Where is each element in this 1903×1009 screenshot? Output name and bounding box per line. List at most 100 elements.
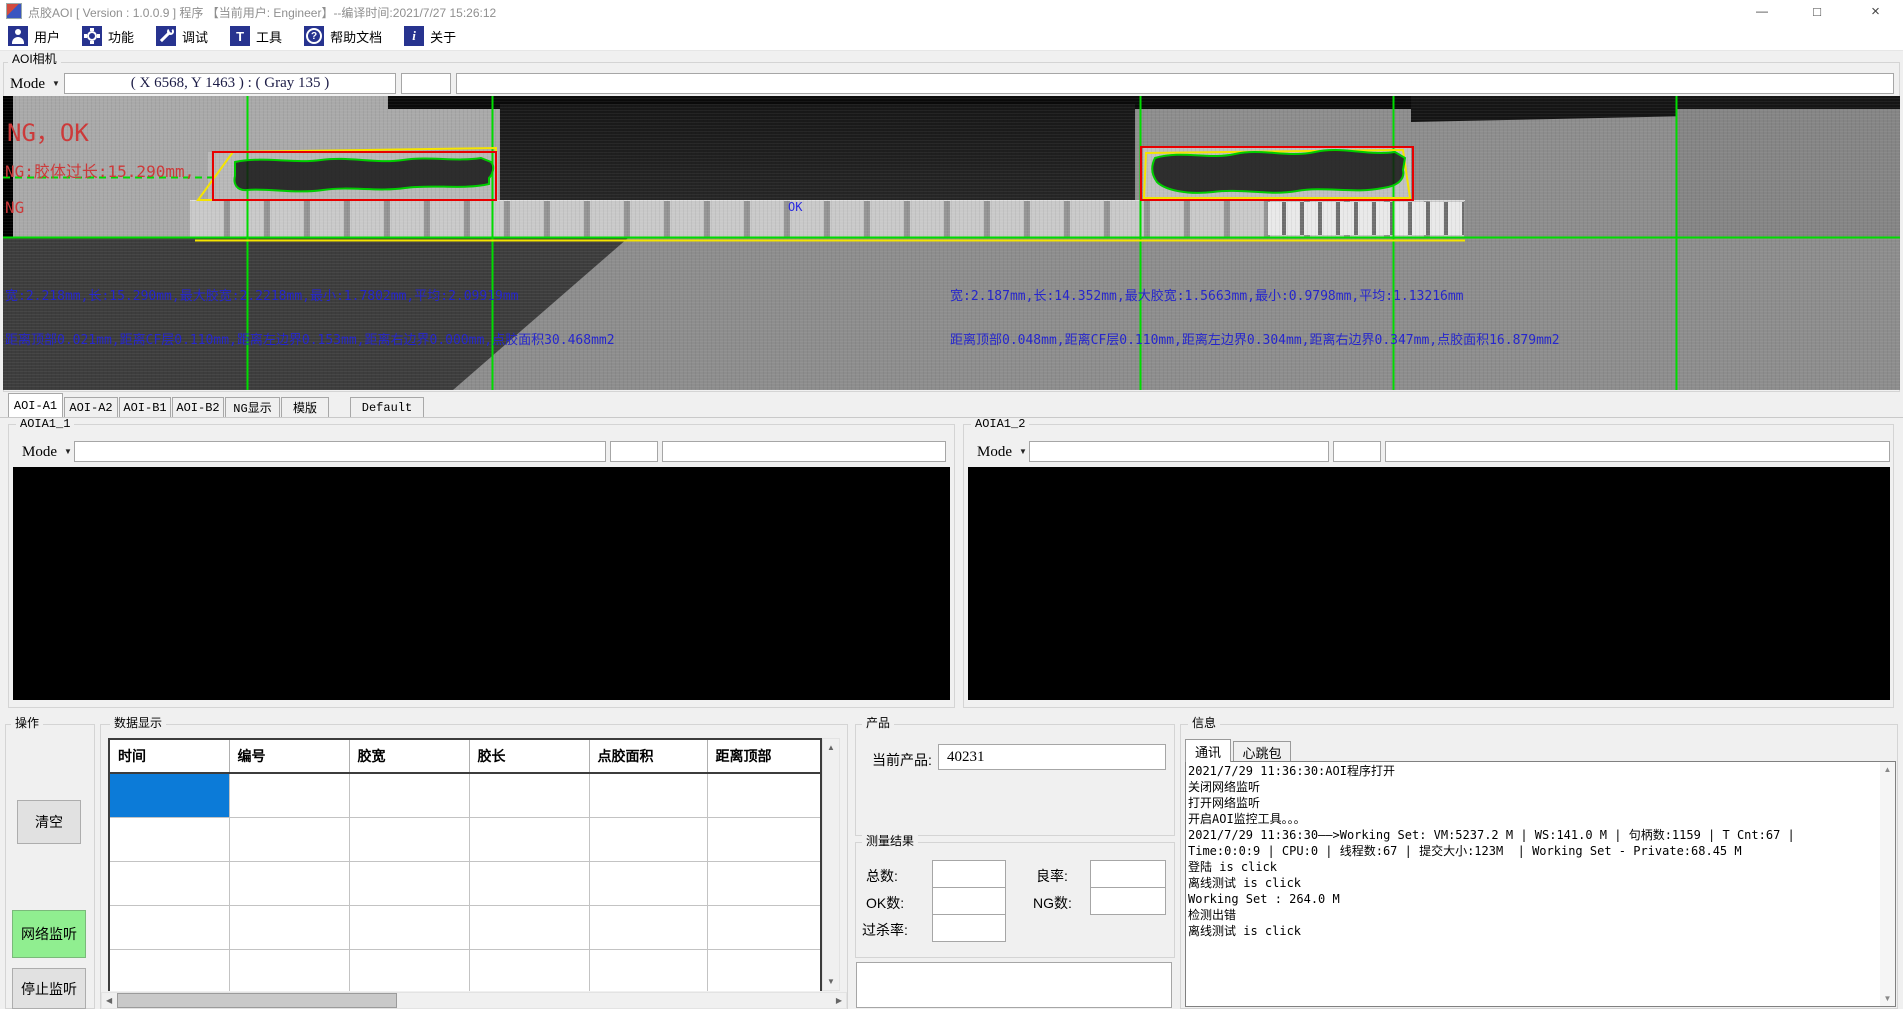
table-cell[interactable] <box>707 818 821 862</box>
toolbar-button-tools[interactable]: T 工具 <box>230 26 282 46</box>
table-cell[interactable] <box>469 818 589 862</box>
table-row[interactable] <box>109 773 821 818</box>
table-cell[interactable] <box>707 862 821 906</box>
yield-field[interactable] <box>1090 860 1166 888</box>
tab-comm[interactable]: 通讯 <box>1185 739 1231 762</box>
table-hscrollbar-thumb[interactable] <box>117 993 397 1008</box>
panel1-field-2[interactable] <box>610 441 658 462</box>
tab-aoi-b1[interactable]: AOI-B1 <box>119 397 171 417</box>
scroll-down-icon[interactable]: ▼ <box>827 977 835 990</box>
table-cell[interactable] <box>469 773 589 818</box>
table-vscrollbar[interactable]: ▲ ▼ <box>822 738 840 991</box>
table-cell[interactable] <box>229 906 349 950</box>
table-cell[interactable] <box>707 773 821 818</box>
panel1-field-1[interactable] <box>74 441 606 462</box>
tab-aoi-a1[interactable]: AOI-A1 <box>8 393 63 417</box>
table-cell[interactable] <box>589 906 707 950</box>
toolbar-button-function[interactable]: 功能 <box>82 26 134 46</box>
panel1-field-3[interactable] <box>662 441 946 462</box>
tab-ng-display[interactable]: NG显示 <box>225 397 280 417</box>
panel1-mode-dropdown[interactable]: Mode▼ <box>22 442 72 462</box>
total-field[interactable] <box>932 860 1006 888</box>
table-cell[interactable] <box>589 773 707 818</box>
table-row[interactable] <box>109 906 821 950</box>
table-cell[interactable] <box>109 862 229 906</box>
log-box[interactable]: 2021/7/29 11:36:30:AOI程序打开 关闭网络监听 打开网络监听… <box>1185 761 1896 1007</box>
table-row[interactable] <box>109 950 821 992</box>
table-cell[interactable] <box>589 818 707 862</box>
camera-aux-field-2[interactable] <box>456 73 1894 94</box>
table-cell[interactable] <box>229 773 349 818</box>
panel2-field-2[interactable] <box>1333 441 1381 462</box>
table-cell[interactable] <box>349 906 469 950</box>
table-cell[interactable] <box>349 862 469 906</box>
minimize-button[interactable]: — <box>1738 0 1786 22</box>
maximize-button[interactable]: □ <box>1793 0 1841 22</box>
panel2-image-view[interactable] <box>968 467 1890 700</box>
col-header-glue-length[interactable]: 胶长 <box>469 739 589 773</box>
table-cell[interactable] <box>109 906 229 950</box>
clear-button[interactable]: 清空 <box>17 800 81 844</box>
table-cell[interactable] <box>349 818 469 862</box>
panel2-field-3[interactable] <box>1385 441 1890 462</box>
chevron-down-icon: ▼ <box>64 448 72 456</box>
table-cell[interactable] <box>707 906 821 950</box>
product-groupbox <box>855 724 1175 836</box>
window-title: 点胶AOI [ Version : 1.0.0.9 ] 程序 【当前用户: En… <box>28 4 496 21</box>
user-icon <box>8 26 28 46</box>
table-cell[interactable] <box>589 862 707 906</box>
table-cell[interactable] <box>349 773 469 818</box>
toolbar-button-help[interactable]: ? 帮助文档 <box>304 26 382 46</box>
col-header-glue-width[interactable]: 胶宽 <box>349 739 469 773</box>
table-cell[interactable] <box>469 950 589 992</box>
panel1-image-view[interactable] <box>13 467 950 700</box>
close-button[interactable]: × <box>1848 0 1903 22</box>
log-line: 离线测试 is click <box>1188 923 1877 939</box>
ok-count-field[interactable] <box>932 887 1006 915</box>
table-cell[interactable] <box>707 950 821 992</box>
tab-aoi-b2[interactable]: AOI-B2 <box>172 397 224 417</box>
camera-coords-field[interactable]: ( X 6568, Y 1463 ) : ( Gray 135 ) <box>64 73 396 94</box>
scroll-left-icon[interactable]: ◀ <box>102 996 112 1005</box>
camera-mode-dropdown[interactable]: Mode▼ <box>10 74 60 94</box>
toolbar-button-about[interactable]: i 关于 <box>404 26 456 46</box>
panel2-mode-dropdown[interactable]: Mode▼ <box>977 442 1027 462</box>
panel2-field-1[interactable] <box>1029 441 1329 462</box>
table-cell[interactable] <box>349 950 469 992</box>
col-header-time[interactable]: 时间 <box>109 739 229 773</box>
toolbar-button-user[interactable]: 用户 <box>8 26 60 46</box>
table-row[interactable] <box>109 862 821 906</box>
table-row[interactable] <box>109 818 821 862</box>
tab-aoi-a2[interactable]: AOI-A2 <box>64 397 118 417</box>
scroll-up-icon[interactable]: ▲ <box>827 739 835 752</box>
table-cell[interactable] <box>589 950 707 992</box>
tab-heartbeat[interactable]: 心跳包 <box>1233 741 1291 762</box>
log-vscrollbar[interactable]: ▲ ▼ <box>1880 762 1895 1006</box>
col-header-dist-top[interactable]: 距离顶部 <box>707 739 821 773</box>
scroll-right-icon[interactable]: ▶ <box>836 996 846 1005</box>
table-cell[interactable] <box>229 862 349 906</box>
tab-default[interactable]: Default <box>350 397 424 417</box>
log-line: 2021/7/29 11:36:30——>Working Set: VM:523… <box>1188 827 1877 843</box>
scroll-up-icon[interactable]: ▲ <box>1884 762 1892 774</box>
stop-listen-button[interactable]: 停止监听 <box>12 968 86 1009</box>
log-line: Time:0:0:9 | CPU:0 | 线程数:67 | 提交大小:123M … <box>1188 843 1877 859</box>
table-cell[interactable] <box>229 950 349 992</box>
col-header-glue-area[interactable]: 点胶面积 <box>589 739 707 773</box>
overkill-field[interactable] <box>932 914 1006 942</box>
tab-template[interactable]: 模版 <box>281 397 329 417</box>
table-cell[interactable] <box>469 862 589 906</box>
scroll-down-icon[interactable]: ▼ <box>1884 994 1892 1006</box>
ng-count-field[interactable] <box>1090 887 1166 915</box>
camera-aux-field-1[interactable] <box>401 73 451 94</box>
network-listen-button[interactable]: 网络监听 <box>12 910 86 958</box>
table-cell[interactable] <box>469 906 589 950</box>
col-header-id[interactable]: 编号 <box>229 739 349 773</box>
camera-image-view[interactable]: NG，OK NG:胶体过长:15.290mm, NG OK 宽:2.218mm,… <box>3 96 1900 390</box>
toolbar-button-debug[interactable]: 调试 <box>156 26 208 46</box>
table-cell[interactable] <box>109 950 229 992</box>
table-cell[interactable] <box>229 818 349 862</box>
table-cell[interactable] <box>109 818 229 862</box>
table-cell[interactable] <box>109 773 229 818</box>
current-product-field[interactable]: 40231 <box>938 744 1166 770</box>
